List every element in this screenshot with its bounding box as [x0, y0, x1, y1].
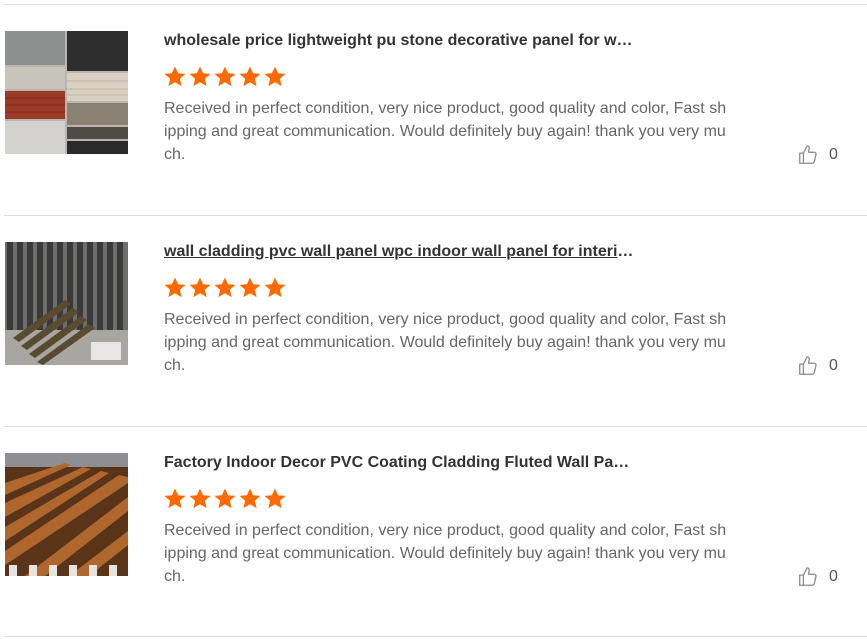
like-button[interactable]: 0 [797, 354, 847, 378]
review-text: Received in perfect condition, very nice… [164, 100, 727, 163]
star-icon [214, 277, 236, 298]
star-icon [239, 488, 261, 509]
star-icon [189, 488, 211, 509]
product-thumbnail[interactable] [5, 453, 128, 576]
star-icon [214, 488, 236, 509]
rating-stars [163, 65, 287, 89]
star-icon [264, 66, 286, 87]
product-thumbnail[interactable] [5, 242, 128, 365]
like-button[interactable]: 0 [797, 565, 847, 589]
review-item: wall cladding pvc wall panel wpc indoor … [0, 215, 867, 425]
star-icon [214, 66, 236, 87]
star-icon [164, 66, 186, 87]
like-count: 0 [829, 357, 838, 374]
like-count: 0 [829, 146, 838, 163]
star-icon [264, 488, 286, 509]
star-icon [164, 488, 186, 509]
star-icon [164, 277, 186, 298]
thumbs-up-icon [799, 567, 817, 586]
review-product-title[interactable]: wholesale price lightweight pu stone dec… [164, 31, 634, 51]
star-icon [189, 277, 211, 298]
review-item: wholesale price lightweight pu stone dec… [0, 4, 867, 214]
star-icon [239, 277, 261, 298]
thumbs-up-icon [799, 356, 817, 375]
review-text: Received in perfect condition, very nice… [164, 522, 727, 585]
review-item: Factory Indoor Decor PVC Coating Claddin… [0, 426, 867, 636]
divider [4, 636, 867, 637]
like-count: 0 [829, 568, 838, 585]
star-icon [264, 277, 286, 298]
review-product-title[interactable]: Factory Indoor Decor PVC Coating Claddin… [164, 453, 634, 473]
star-icon [189, 66, 211, 87]
review-product-title[interactable]: wall cladding pvc wall panel wpc indoor … [164, 242, 634, 262]
star-icon [239, 66, 261, 87]
thumbs-up-icon [799, 145, 817, 164]
rating-stars [163, 276, 287, 300]
rating-stars [163, 487, 287, 511]
product-thumbnail[interactable] [5, 31, 128, 154]
review-text: Received in perfect condition, very nice… [164, 311, 727, 374]
like-button[interactable]: 0 [797, 143, 847, 167]
